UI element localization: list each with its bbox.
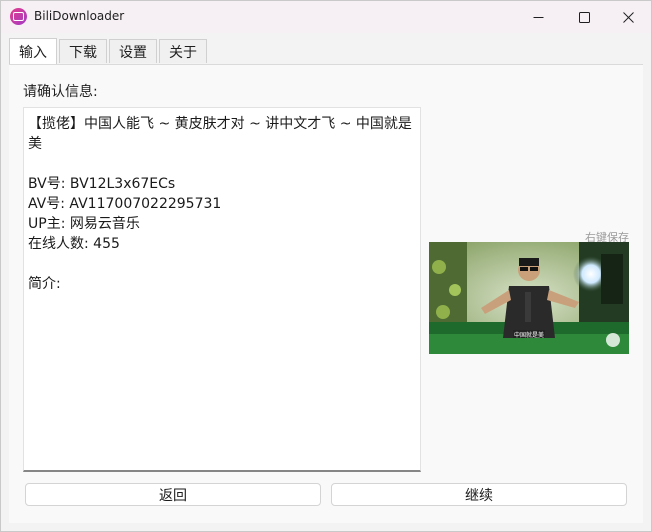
tab-input[interactable]: 输入 bbox=[9, 38, 57, 64]
main-window: BiliDownloader 输入 下载 设置 关于 请确认信息: 【揽佬】中国… bbox=[0, 0, 652, 532]
intro-label: 简介: bbox=[28, 276, 61, 292]
video-title: 【揽佬】中国人能飞 ~ 黄皮肤才对 ~ 讲中文才飞 ~ 中国就是美 bbox=[28, 116, 412, 152]
close-icon[interactable] bbox=[605, 1, 651, 33]
back-button[interactable]: 返回 bbox=[25, 483, 321, 506]
title-bar[interactable]: BiliDownloader bbox=[1, 1, 651, 33]
tab-bar: 输入 下载 设置 关于 bbox=[9, 38, 209, 64]
input-panel: 请确认信息: 【揽佬】中国人能飞 ~ 黄皮肤才对 ~ 讲中文才飞 ~ 中国就是美… bbox=[9, 64, 643, 523]
minimize-icon[interactable] bbox=[515, 1, 561, 33]
tab-settings[interactable]: 设置 bbox=[109, 39, 157, 63]
cover-caption: 中国就是美 bbox=[514, 331, 544, 339]
tab-about[interactable]: 关于 bbox=[159, 39, 207, 63]
av-number: AV号: AV117007022295731 bbox=[28, 196, 222, 212]
continue-button[interactable]: 继续 bbox=[331, 483, 627, 506]
window-title: BiliDownloader bbox=[34, 9, 125, 23]
video-info-textbox[interactable]: 【揽佬】中国人能飞 ~ 黄皮肤才对 ~ 讲中文才飞 ~ 中国就是美 BV号: B… bbox=[23, 107, 421, 472]
online-count: 在线人数: 455 bbox=[28, 236, 120, 252]
bv-number: BV号: BV12L3x67ECs bbox=[28, 176, 176, 192]
tab-download[interactable]: 下载 bbox=[59, 39, 107, 63]
confirm-info-label: 请确认信息: bbox=[23, 84, 98, 100]
video-cover-image[interactable]: 中国就是美 bbox=[429, 242, 629, 354]
maximize-icon[interactable] bbox=[561, 1, 607, 33]
app-logo-icon bbox=[10, 8, 27, 25]
uploader: UP主: 网易云音乐 bbox=[28, 216, 140, 232]
cover-illustration: 中国就是美 bbox=[429, 242, 629, 354]
